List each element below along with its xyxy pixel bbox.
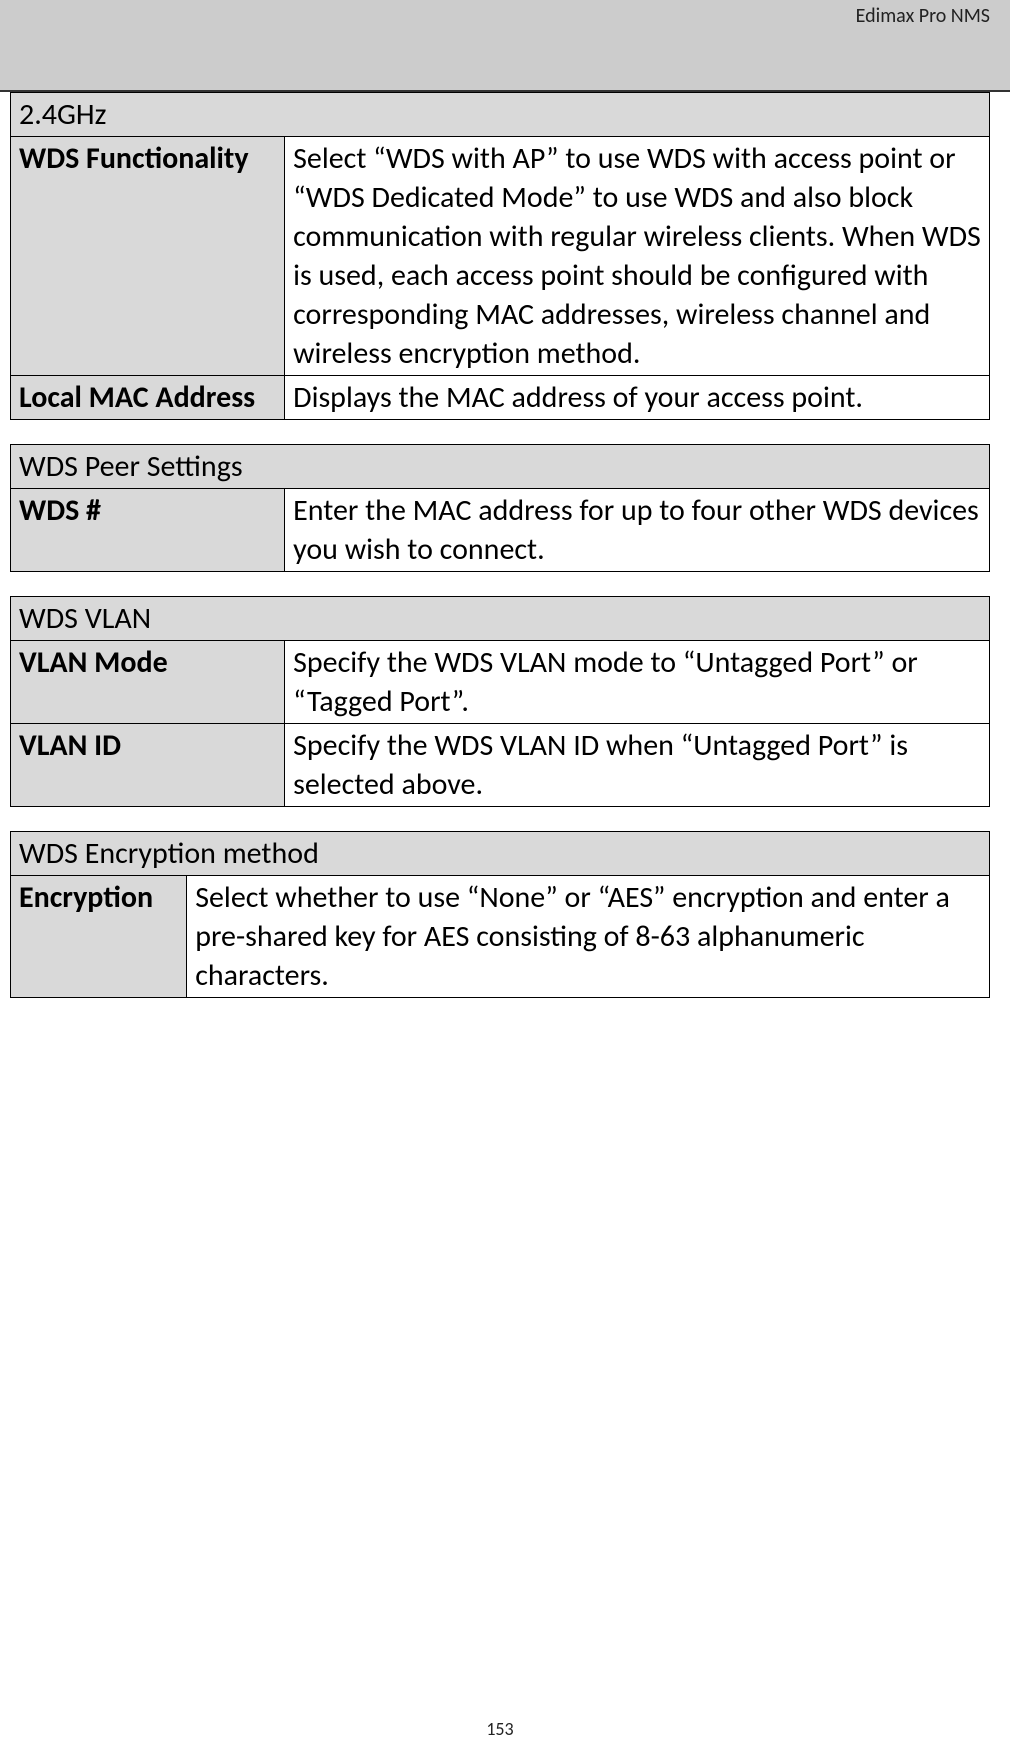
header-right-text: Edimax Pro NMS: [856, 4, 990, 28]
row-label: VLAN Mode: [11, 641, 285, 724]
row-label: WDS Functionality: [11, 137, 285, 376]
row-label: Local MAC Address: [11, 376, 285, 420]
page-content: 2.4GHz WDS Functionality Select “WDS wit…: [0, 92, 1010, 1740]
table-row: Encryption Select whether to use “None” …: [11, 876, 990, 998]
table-row: VLAN Mode Specify the WDS VLAN mode to “…: [11, 641, 990, 724]
table-wds-vlan: WDS VLAN VLAN Mode Specify the WDS VLAN …: [10, 596, 990, 807]
page-header: Edimax Pro NMS: [0, 0, 1010, 92]
table-row: Local MAC Address Displays the MAC addre…: [11, 376, 990, 420]
table-row: WDS # Enter the MAC address for up to fo…: [11, 489, 990, 572]
row-label: WDS #: [11, 489, 285, 572]
row-desc: Specify the WDS VLAN mode to “Untagged P…: [285, 641, 990, 724]
page-number: 153: [10, 1718, 990, 1740]
table-row: VLAN ID Specify the WDS VLAN ID when “Un…: [11, 724, 990, 807]
table-wds-encryption: WDS Encryption method Encryption Select …: [10, 831, 990, 998]
row-desc: Select whether to use “None” or “AES” en…: [187, 876, 990, 998]
row-desc: Specify the WDS VLAN ID when “Untagged P…: [285, 724, 990, 807]
row-desc: Displays the MAC address of your access …: [285, 376, 990, 420]
table-row: WDS Functionality Select “WDS with AP” t…: [11, 137, 990, 376]
table-24ghz: 2.4GHz WDS Functionality Select “WDS wit…: [10, 92, 990, 420]
section-header-wds-vlan: WDS VLAN: [11, 597, 990, 641]
table-wds-peer: WDS Peer Settings WDS # Enter the MAC ad…: [10, 444, 990, 572]
row-desc: Enter the MAC address for up to four oth…: [285, 489, 990, 572]
section-header-wds-peer: WDS Peer Settings: [11, 445, 990, 489]
row-desc: Select “WDS with AP” to use WDS with acc…: [285, 137, 990, 376]
section-header-wds-encryption: WDS Encryption method: [11, 832, 990, 876]
row-label: VLAN ID: [11, 724, 285, 807]
row-label: Encryption: [11, 876, 187, 998]
section-header-24ghz: 2.4GHz: [11, 93, 990, 137]
